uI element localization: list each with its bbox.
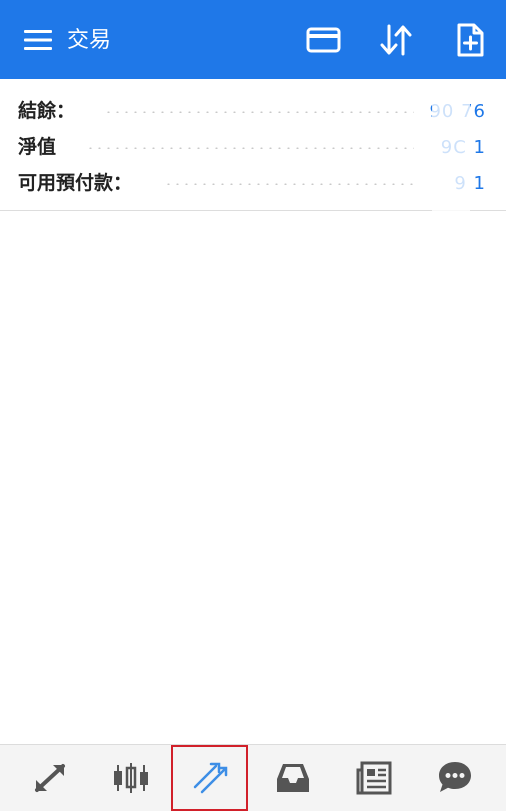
nav-news[interactable] <box>333 745 414 811</box>
free-margin-label: 可用預付款： <box>18 172 133 194</box>
hamburger-icon[interactable] <box>24 29 52 51</box>
news-icon <box>356 761 391 795</box>
nav-chart[interactable] <box>90 745 171 811</box>
page-title: 交易 <box>67 28 112 53</box>
account-summary: 結餘： 90 76 淨值 9C 1 可用預付款： 9 1 <box>0 79 506 211</box>
nav-quotes[interactable] <box>9 745 90 811</box>
nav-trade[interactable] <box>171 745 248 811</box>
sort-icon[interactable] <box>378 22 414 58</box>
nav-history[interactable] <box>252 745 333 811</box>
leader-dots <box>164 183 414 185</box>
positions-list[interactable] <box>0 211 506 744</box>
bottom-nav <box>0 744 506 811</box>
value-redaction <box>432 79 470 211</box>
balance-label: 結餘： <box>18 100 76 122</box>
equity-label: 淨值 <box>18 136 57 158</box>
trending-icon <box>193 762 227 794</box>
summary-row-free-margin: 可用預付款： 9 1 <box>0 165 506 201</box>
summary-row-balance: 結餘： 90 76 <box>0 93 506 129</box>
trade-arrows-icon <box>34 764 65 792</box>
candlestick-icon <box>113 763 148 793</box>
nav-messages[interactable] <box>414 745 495 811</box>
chat-icon <box>438 762 471 792</box>
leader-dots <box>86 147 414 149</box>
card-icon[interactable] <box>306 22 342 58</box>
summary-row-equity: 淨值 9C 1 <box>0 129 506 165</box>
inbox-icon <box>276 764 309 792</box>
leader-dots <box>104 111 414 113</box>
app-bar: 交易 <box>0 0 506 79</box>
new-document-icon[interactable] <box>452 22 488 58</box>
